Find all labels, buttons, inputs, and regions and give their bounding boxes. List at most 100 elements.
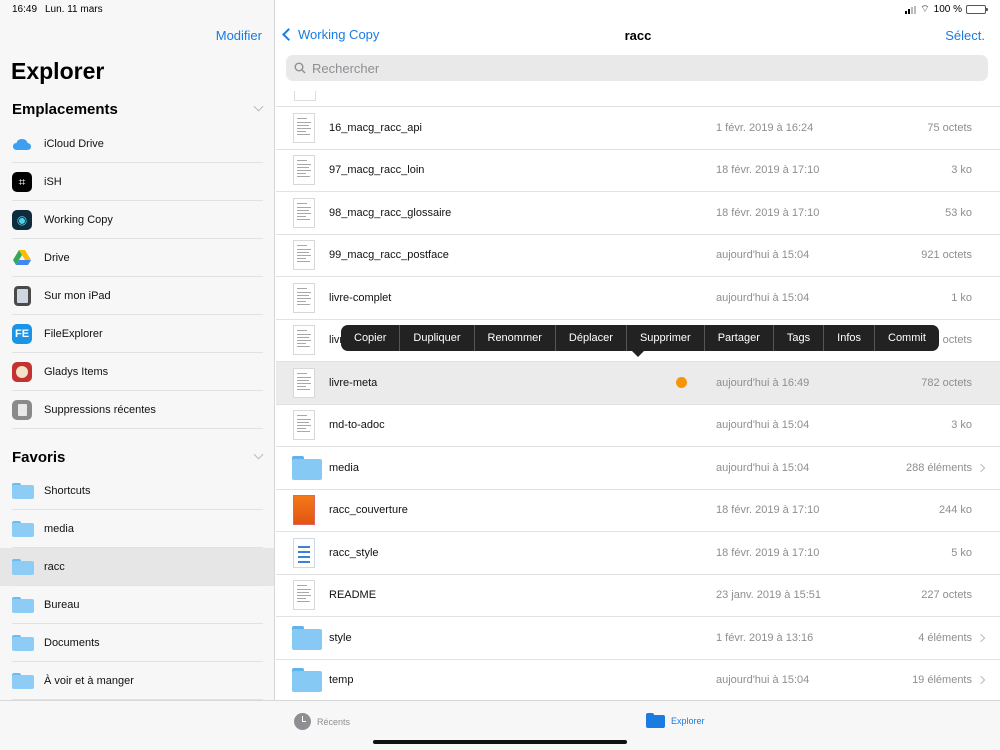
- file-date: aujourd'hui à 15:04: [716, 249, 810, 262]
- menu-item-commit[interactable]: Commit: [875, 325, 939, 351]
- chevron-down-icon[interactable]: [253, 101, 264, 112]
- search-bar[interactable]: [286, 55, 988, 81]
- file-row[interactable]: racc_couverture 18 févr. 2019 à 17:10 244 …: [276, 490, 1000, 532]
- sidebar-item-sur-mon-ipad[interactable]: Sur mon iPad: [0, 277, 274, 315]
- menu-item-supprimer[interactable]: Supprimer: [627, 325, 705, 351]
- tag-dot: [676, 377, 687, 389]
- sidebar-item-fileexplorer[interactable]: FE FileExplorer: [0, 315, 274, 353]
- file-row[interactable]: 97_macg_racc_loin 18 févr. 2019 à 17:10 3 …: [276, 150, 1000, 192]
- sidebar-item-a-voir-et-a-manger[interactable]: À voir et à manger: [0, 662, 274, 700]
- menu-item-deplacer[interactable]: Déplacer: [556, 325, 627, 351]
- status-time: 16:49: [12, 4, 38, 15]
- sidebar-item-documents[interactable]: Documents: [0, 624, 274, 662]
- file-date: 18 févr. 2019 à 17:10: [716, 206, 820, 219]
- file-date: 23 janv. 2019 à 15:51: [716, 589, 821, 602]
- chevron-right-icon: [976, 676, 986, 685]
- sidebar-item-suppressions-recentes[interactable]: Suppressions récentes: [0, 391, 274, 429]
- file-size: 227 octets: [921, 589, 972, 602]
- tab-recents[interactable]: Récents: [294, 713, 350, 730]
- sidebar-item-drive[interactable]: Drive: [0, 239, 274, 277]
- file-row[interactable]: README 23 janv. 2019 à 15:51 227 octets: [276, 575, 1000, 617]
- sidebar-item-ish[interactable]: ⌗ iSH: [0, 163, 274, 201]
- file-row[interactable]: style 1 févr. 2019 à 13:16 4 éléments: [276, 617, 1000, 660]
- file-size: 3 ko: [951, 419, 972, 432]
- sidebar-item-label: Gladys Items: [44, 366, 109, 378]
- sidebar-item-label: Bureau: [44, 599, 80, 611]
- sidebar-item-bureau[interactable]: Bureau: [0, 586, 274, 624]
- folder-icon: [12, 481, 34, 501]
- document-icon: [292, 239, 316, 271]
- file-date: 18 févr. 2019 à 17:10: [716, 504, 820, 517]
- wifi-icon: ⌔: [920, 4, 930, 15]
- file-date: aujourd'hui à 15:04: [716, 419, 810, 432]
- clock-icon: [294, 713, 311, 730]
- sidebar-item-racc[interactable]: racc: [0, 548, 274, 586]
- google-drive-icon: [12, 248, 32, 268]
- sidebar-item-shortcuts[interactable]: Shortcuts: [0, 472, 274, 510]
- file-size: 75 octets: [927, 121, 972, 134]
- document-icon: [292, 367, 316, 399]
- document-icon: [292, 409, 316, 441]
- file-date: aujourd'hui à 15:04: [716, 291, 810, 304]
- sidebar-item-label: iSH: [44, 176, 62, 188]
- menu-item-tags[interactable]: Tags: [774, 325, 825, 351]
- document-icon: [292, 579, 316, 611]
- favorites-header[interactable]: Favoris: [12, 449, 65, 466]
- file-row[interactable]: media aujourd'hui à 15:04 288 éléments: [276, 447, 1000, 490]
- file-name: md-to-adoc: [329, 419, 385, 432]
- select-button[interactable]: Sélect.: [945, 28, 985, 43]
- file-row[interactable]: md-to-adoc aujourd'hui à 15:04 3 ko: [276, 405, 1000, 447]
- tab-label: Explorer: [671, 715, 705, 726]
- menu-item-copier[interactable]: Copier: [341, 325, 401, 351]
- ish-icon: ⌗: [12, 172, 32, 192]
- document-icon: [292, 282, 316, 314]
- sidebar-item-label: FileExplorer: [44, 328, 103, 340]
- file-date: 18 févr. 2019 à 17:10: [716, 164, 820, 177]
- file-row[interactable]: livre-complet aujourd'hui à 15:04 1 ko: [276, 277, 1000, 320]
- folder-icon: [12, 519, 34, 539]
- search-input[interactable]: [312, 60, 937, 76]
- edit-button[interactable]: Modifier: [216, 28, 262, 43]
- context-menu-arrow: [631, 350, 645, 357]
- file-list: 16_macg_racc_api 1 févr. 2019 à 16:24 75 o…: [276, 80, 1000, 700]
- folder-icon: [12, 595, 34, 615]
- file-size: 5 ko: [951, 546, 972, 559]
- folder-icon: [12, 557, 34, 577]
- menu-item-partager[interactable]: Partager: [705, 325, 774, 351]
- icloud-icon: [12, 134, 32, 154]
- file-name: racc_style: [329, 546, 379, 559]
- sidebar-item-label: Documents: [44, 637, 100, 649]
- file-date: aujourd'hui à 15:04: [716, 461, 810, 474]
- list-item-partial[interactable]: [276, 80, 1000, 107]
- file-size: 19 éléments: [912, 674, 972, 687]
- file-name: style: [329, 631, 352, 644]
- file-size: 921 octets: [921, 249, 972, 262]
- file-row[interactable]: temp aujourd'hui à 15:04 19 éléments: [276, 660, 1000, 701]
- image-thumbnail-icon: [292, 494, 316, 526]
- file-row[interactable]: livre-meta aujourd'hui à 16:49 782 octets: [276, 362, 1000, 405]
- menu-item-infos[interactable]: Infos: [824, 325, 875, 351]
- home-indicator[interactable]: [373, 740, 627, 744]
- file-date: 1 févr. 2019 à 16:24: [716, 121, 814, 134]
- sidebar-item-media[interactable]: media: [0, 510, 274, 548]
- file-name: README: [329, 589, 377, 602]
- tab-explorer[interactable]: Explorer: [646, 713, 705, 728]
- status-date: Lun. 11 mars: [45, 4, 103, 15]
- sidebar-item-label: Drive: [44, 252, 70, 264]
- sidebar-item-gladys-items[interactable]: Gladys Items: [0, 353, 274, 391]
- sidebar-item-working-copy[interactable]: ◉ Working Copy: [0, 201, 274, 239]
- file-row[interactable]: 99_macg_racc_postface aujourd'hui à 15:04…: [276, 235, 1000, 277]
- file-row[interactable]: 98_macg_racc_glossaire 18 févr. 2019 à 17…: [276, 192, 1000, 235]
- menu-item-dupliquer[interactable]: Dupliquer: [400, 325, 475, 351]
- sidebar-item-icloud-drive[interactable]: iCloud Drive: [0, 125, 274, 163]
- file-row[interactable]: 16_macg_racc_api 1 févr. 2019 à 16:24 75 o…: [276, 107, 1000, 150]
- file-row[interactable]: racc_style 18 févr. 2019 à 17:10 5 ko: [276, 532, 1000, 575]
- chevron-down-icon[interactable]: [253, 449, 264, 460]
- locations-header[interactable]: Emplacements: [12, 101, 118, 118]
- menu-item-renommer[interactable]: Renommer: [475, 325, 556, 351]
- file-name: livre-meta: [329, 376, 378, 389]
- file-name: media: [329, 461, 359, 474]
- working-copy-icon: ◉: [12, 210, 32, 230]
- stylesheet-icon: [292, 537, 316, 569]
- sidebar-title: Explorer: [11, 58, 105, 84]
